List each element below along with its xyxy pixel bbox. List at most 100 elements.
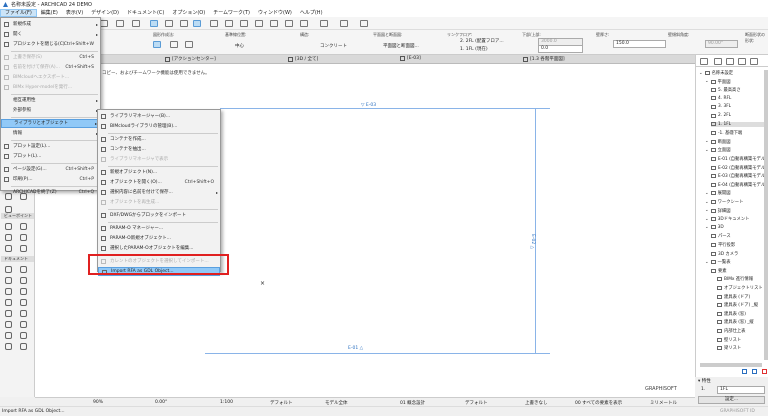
toolbar-tool-icon[interactable]	[180, 20, 188, 27]
tab-3d[interactable]: [3D / 全て]	[288, 56, 318, 62]
toolbar-tool-icon[interactable]	[255, 20, 263, 27]
toolbar-tool-icon[interactable]	[210, 20, 218, 27]
menu-item-13[interactable]: ページ設定(G)... Ctrl+Shift+P	[1, 165, 100, 174]
tool-icon[interactable]	[20, 343, 27, 350]
chevron-down-icon[interactable]: ⌄	[705, 217, 709, 222]
menu-item-7[interactable]: 選択内容に名前を付けて保存... ▸	[98, 188, 220, 197]
menu-item[interactable]: オプション(O)	[168, 9, 209, 17]
navigator-map-icon[interactable]	[726, 58, 734, 65]
tool-icon[interactable]	[20, 266, 27, 273]
navigator-map-icon[interactable]	[700, 58, 708, 65]
menu-item[interactable]: ヘルプ(H)	[296, 9, 327, 17]
top-story[interactable]: 2. 2FL (配置フロア...	[460, 38, 504, 44]
properties-header[interactable]: ▾ 特性	[698, 378, 711, 384]
toolbar-tool-icon[interactable]	[320, 20, 328, 27]
tool-icon[interactable]	[20, 245, 27, 252]
tool-icon[interactable]	[5, 277, 12, 284]
material-select[interactable]: コンクリート	[320, 43, 347, 49]
chevron-down-icon[interactable]: ⌄	[705, 139, 709, 144]
menu-item-9[interactable]: ライブラリとオブジェクト ▸	[1, 119, 100, 128]
navigator-item[interactable]: E-02 (自動再構築モデル)	[711, 165, 767, 171]
slant-field[interactable]: 90.00°	[705, 40, 738, 48]
navigator-item[interactable]: 建具表 (ドア)	[717, 294, 750, 300]
chevron-down-icon[interactable]: ⌄	[705, 225, 709, 230]
elevation-marker-e02[interactable]: E-02 ▷	[530, 234, 535, 251]
section-viewpoint[interactable]: ビューポイント	[1, 213, 34, 219]
menu-item-14[interactable]: 印刷(P)... Ctrl+P	[1, 175, 100, 184]
menu-item[interactable]: デザイン(D)	[87, 9, 123, 17]
tool-icon[interactable]	[20, 277, 27, 284]
menu-item-1[interactable]: BIMcloudライブラリの管理(B)...	[98, 122, 220, 131]
section-document[interactable]: ドキュメント	[1, 256, 34, 262]
new-view-icon[interactable]	[742, 369, 747, 374]
toolbar-tool-icon[interactable]	[116, 20, 124, 27]
menu-item[interactable]: チームワーク(T)	[209, 9, 254, 17]
tool-icon[interactable]	[20, 332, 27, 339]
navigator-item[interactable]: ⌄ 立面図	[705, 147, 731, 154]
tool-icon[interactable]	[5, 343, 12, 350]
navigator-item[interactable]: -1. 基礎下端	[711, 130, 742, 136]
zoom-value[interactable]: 90%	[93, 400, 103, 405]
chevron-down-icon[interactable]: ⌄	[699, 71, 703, 76]
elevation-marker-e01[interactable]: E-01 △	[348, 346, 363, 351]
tool-icon[interactable]	[5, 206, 12, 213]
toolbar-tool-icon[interactable]	[360, 20, 368, 27]
navigator-item[interactable]: オブジェクトリスト	[717, 285, 763, 291]
navigator-map-icon[interactable]	[738, 58, 746, 65]
geometry-method-button[interactable]	[185, 41, 193, 48]
settings-button[interactable]: 設定...	[698, 396, 765, 404]
navigator-hscrollbar[interactable]	[700, 363, 762, 367]
story-name-field[interactable]: 1FL	[717, 386, 765, 394]
geometry-method-button[interactable]	[170, 41, 178, 48]
chevron-down-icon[interactable]: ⌄	[705, 191, 709, 196]
elevation-marker-e03[interactable]: ▽ E-03	[361, 103, 376, 108]
bottom-story[interactable]: 1. 1FL (現在)	[460, 46, 488, 52]
navigator-item[interactable]: 梁リスト	[717, 345, 741, 351]
toolbar-tool-icon[interactable]	[285, 20, 293, 27]
menu-item-9[interactable]: DXF/DWGからブロックをインポート	[98, 211, 220, 220]
menu-item-8[interactable]: 外部参照▸	[1, 106, 100, 115]
menu-item-7[interactable]: 相互運用性 ▸	[1, 96, 100, 105]
menu-item-12[interactable]: 選択したPARAM-Oオブジェクトを編集...	[98, 244, 220, 253]
navigator-item[interactable]: 壁リスト	[717, 337, 741, 343]
navigator-item[interactable]: 建具表 (窓)	[717, 311, 746, 317]
tool-icon[interactable]	[5, 310, 12, 317]
navigator-item[interactable]: ⌄ 一覧表	[705, 259, 731, 266]
toolbar-tool-icon[interactable]	[225, 20, 233, 27]
floorplan-select[interactable]: 平面図と断面図...	[383, 43, 419, 49]
save-view-icon[interactable]	[752, 369, 757, 374]
chevron-down-icon[interactable]: ⌄	[705, 79, 709, 84]
navigator-item[interactable]: E-03 (自動再構築モデル)	[711, 173, 767, 179]
navigator-item[interactable]: ⌄ 断面図	[705, 139, 731, 145]
navigator-item[interactable]: E-01 (自動再構築モデル)	[711, 156, 767, 162]
navigator-item[interactable]: 4. RFL	[711, 96, 731, 101]
menu-item-2[interactable]: プロジェクトを閉じる(C) Ctrl+Shift+W	[1, 40, 100, 49]
chevron-down-icon[interactable]: ⌄	[705, 208, 709, 213]
geometry-method-button[interactable]	[153, 41, 161, 48]
toolbar-tool-icon[interactable]	[300, 20, 308, 27]
menu-item-1[interactable]: 開く ▸	[1, 30, 100, 39]
tool-icon[interactable]	[20, 288, 27, 295]
tool-icon[interactable]	[5, 288, 12, 295]
menu-item[interactable]: ウィンドウ(W)	[254, 9, 296, 17]
navigator-item[interactable]: 5. 最高高さ	[711, 87, 741, 93]
navigator-item[interactable]: ⌄ 平面図	[705, 79, 731, 85]
navigator-item[interactable]: パース	[711, 233, 731, 239]
graphisoft-id[interactable]: GRAPHISOFT ID	[720, 409, 755, 414]
menu-item-10[interactable]: PARAM-O マネージャー...	[98, 224, 220, 233]
toolbar-tool-icon[interactable]	[165, 20, 173, 27]
tab-floor-plan[interactable]: [1.3 各階平面図]	[523, 56, 565, 62]
navigator-item[interactable]: 2. 2FL	[711, 113, 731, 118]
tool-icon[interactable]	[5, 299, 12, 306]
menu-item-0[interactable]: ライブラリマネージャー(B)...	[98, 112, 220, 121]
menu-item-0[interactable]: 新規作成 ▸	[1, 20, 100, 29]
toolbar-tool-icon[interactable]	[340, 20, 348, 27]
toolbar-tool-icon[interactable]	[270, 20, 278, 27]
chevron-down-icon[interactable]: ⌄	[705, 148, 709, 153]
navigator-item[interactable]: ⌄ ワークシート	[705, 199, 743, 206]
menu-item-11[interactable]: PARAM-O新規オブジェクト...	[98, 234, 220, 243]
navigator-item[interactable]: ⌄ 3Dドキュメント	[705, 216, 749, 223]
menu-item[interactable]: 表示(V)	[62, 9, 87, 17]
menu-item-12[interactable]: プロット(L)...	[1, 152, 100, 161]
navigator-item[interactable]: 平行投影	[711, 242, 735, 248]
